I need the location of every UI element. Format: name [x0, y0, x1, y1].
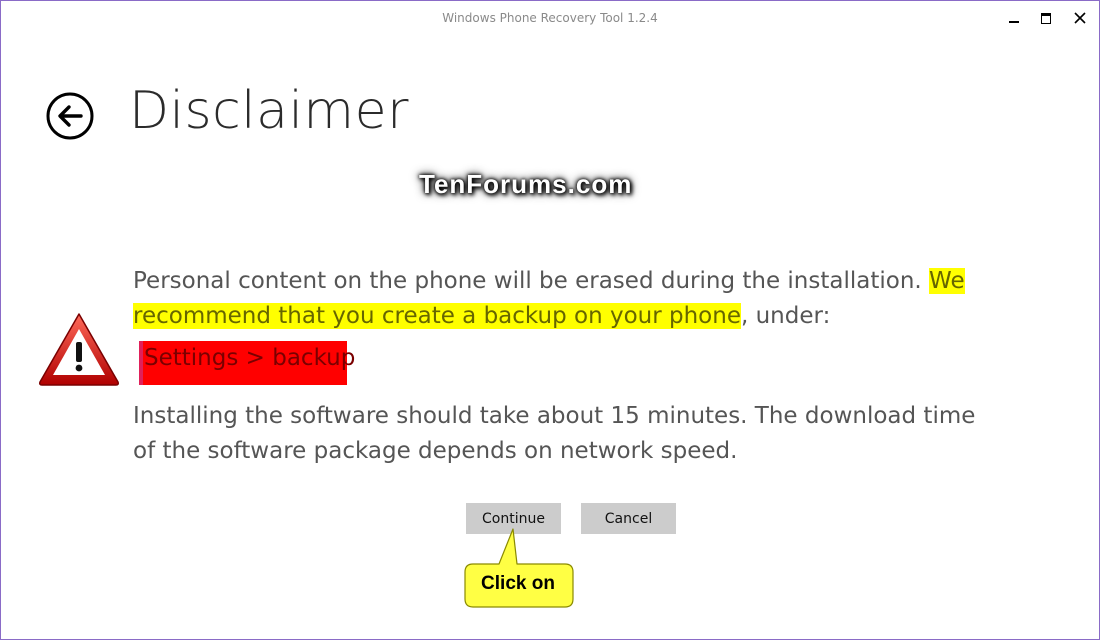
close-icon — [1074, 12, 1086, 24]
back-arrow-circle-icon — [46, 92, 94, 140]
cancel-button[interactable]: Cancel — [581, 503, 676, 534]
callout-text: Click on — [481, 573, 555, 594]
warning-icon — [39, 313, 119, 386]
minimize-icon — [1009, 21, 1019, 23]
settings-path-text: Settings > backup — [144, 345, 356, 371]
window-title: Windows Phone Recovery Tool 1.2.4 — [442, 11, 658, 25]
erase-warning-tail: , under: — [740, 303, 831, 329]
maximize-icon — [1041, 12, 1051, 24]
watermark-text: TenForums.com — [419, 169, 633, 199]
app-window: Windows Phone Recovery Tool 1.2.4 Discla… — [0, 0, 1100, 640]
install-time-text: Installing the software should take abou… — [133, 403, 976, 464]
minimize-button[interactable] — [997, 1, 1031, 35]
close-button[interactable] — [1063, 1, 1097, 35]
click-on-callout — [464, 528, 574, 608]
back-button[interactable] — [45, 91, 95, 141]
erase-warning-plain: Personal content on the phone will be er… — [133, 268, 930, 294]
title-bar: Windows Phone Recovery Tool 1.2.4 — [1, 1, 1099, 35]
maximize-button[interactable] — [1029, 1, 1063, 35]
page-title: Disclaimer — [129, 81, 409, 141]
erase-warning-text: Personal content on the phone will be er… — [133, 264, 973, 334]
